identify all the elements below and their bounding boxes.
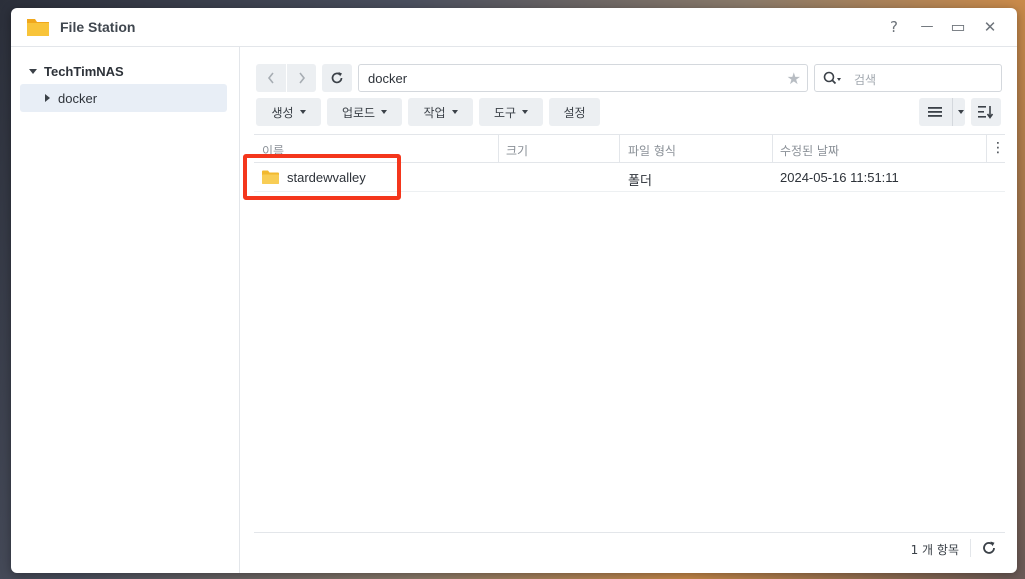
chevron-down-icon[interactable] [29,68,37,74]
view-mode-button[interactable] [919,98,965,126]
forward-icon [298,72,305,84]
chevron-down-icon [522,110,529,114]
file-station-app-icon [27,19,49,36]
search-icon[interactable] [823,71,841,87]
path-field[interactable]: docker ★ [358,64,808,92]
star-icon[interactable]: ★ [787,69,801,88]
tools-button[interactable]: 도구 [479,98,543,126]
tree-root-techtimnas[interactable]: TechTimNAS [29,61,124,81]
forward-button[interactable] [287,64,316,92]
file-station-window: File Station ? — ▭ ✕ TechTimNAS docker d… [11,8,1017,573]
sidebar: TechTimNAS docker [11,47,240,573]
column-header-modified[interactable]: 수정된 날짜 [780,142,839,159]
column-header-type[interactable]: 파일 형식 [628,142,676,159]
file-type: 폴더 [628,173,652,188]
settings-button[interactable]: 설정 [549,98,600,126]
upload-button[interactable]: 업로드 [327,98,402,126]
chevron-down-icon [381,110,388,114]
column-divider[interactable] [619,135,620,163]
search-input[interactable]: 검색 [814,64,1002,92]
upload-button-label: 업로드 [341,105,376,120]
chevron-down-icon [451,110,458,114]
item-count: 1 개 항목 [910,543,959,557]
create-button-label: 생성 [271,105,294,120]
more-icon[interactable]: ⋮ [991,140,1005,156]
window-title: File Station [60,19,136,35]
close-button[interactable]: ✕ [981,18,999,36]
chevron-down-icon[interactable] [958,110,964,114]
refresh-icon [331,72,343,84]
help-button[interactable]: ? [885,18,903,36]
refresh-path-button[interactable] [322,64,352,92]
tree-root-label: TechTimNAS [44,63,124,79]
column-divider[interactable] [498,135,499,163]
tools-button-label: 도구 [493,105,517,120]
search-placeholder: 검색 [854,73,877,87]
footer-divider [970,539,971,557]
action-button[interactable]: 작업 [408,98,473,126]
path-text: docker [368,71,408,86]
sidebar-item-docker[interactable]: docker [20,84,227,112]
sort-icon [978,106,994,119]
column-divider[interactable] [772,135,773,163]
sidebar-item-label: docker [58,90,98,106]
sort-button[interactable] [971,98,1001,126]
column-header-size[interactable]: 크기 [506,142,528,159]
action-button-label: 작업 [423,105,446,120]
create-button[interactable]: 생성 [256,98,321,126]
file-modified: 2024-05-16 11:51:11 [780,170,899,185]
column-divider[interactable] [986,135,987,163]
back-icon [267,72,274,84]
title-bar: File Station ? — ▭ ✕ [11,8,1017,47]
back-button[interactable] [256,64,286,92]
view-mode-divider [952,98,953,126]
settings-button-label: 설정 [563,105,586,120]
chevron-right-icon[interactable] [45,94,50,102]
highlight-box [243,154,401,200]
list-view-icon [928,107,942,117]
chevron-down-icon [299,110,306,114]
minimize-button[interactable]: — [918,18,936,36]
refresh-icon[interactable] [979,538,999,558]
status-bar: 1 개 항목 [254,532,1005,563]
maximize-button[interactable]: ▭ [949,18,967,36]
